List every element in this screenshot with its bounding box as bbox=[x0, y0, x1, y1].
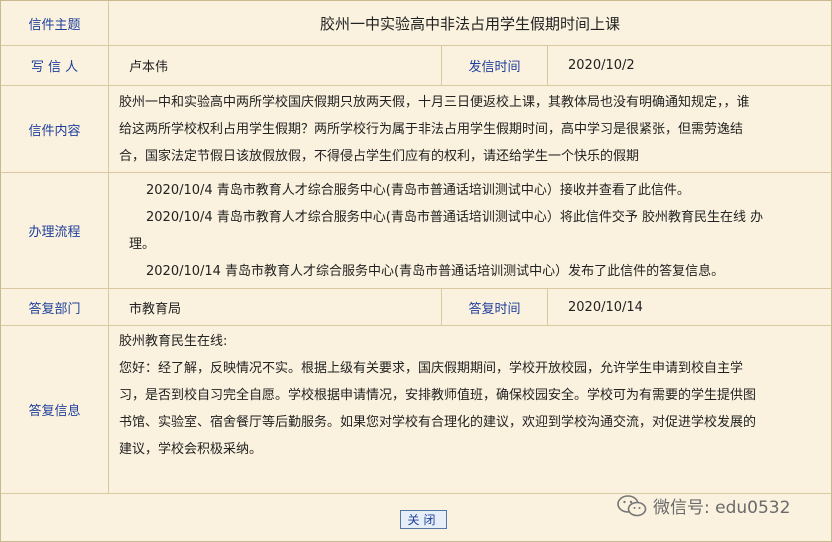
reply-line: 您好：经了解，反映情况不实。根据上级有关要求，国庆假期期间，学校开放校园，允许学… bbox=[119, 361, 744, 376]
reply-dept-label: 答复部门 bbox=[1, 289, 109, 325]
subject-row: 信件主题 胶州一中实验高中非法占用学生假期时间上课 bbox=[1, 1, 831, 46]
letter-detail-table: 信件主题 胶州一中实验高中非法占用学生假期时间上课 写 信 人 卢本伟 发信时间… bbox=[0, 0, 832, 542]
content-line: 给这两所学校权利占用学生假期？两所学校行为属于非法占用学生假期时间，高中学习是很… bbox=[119, 122, 744, 137]
reply-time-value: 2020/10/14 bbox=[568, 299, 643, 315]
content-text: 胶州一中和实验高中两所学校国庆假期只放两天假，十月三日便返校上课，其教体局也没有… bbox=[119, 89, 817, 170]
content-line: 合，国家法定节假日该放假放假，不得侵占学生们应有的权利，请还给学生一个快乐的假期 bbox=[119, 149, 640, 164]
reply-label: 答复信息 bbox=[1, 326, 109, 493]
writer-row: 写 信 人 卢本伟 发信时间 2020/10/2 bbox=[1, 46, 831, 86]
send-time-value: 2020/10/2 bbox=[568, 58, 635, 73]
subject-value: 胶州一中实验高中非法占用学生假期时间上课 bbox=[319, 14, 620, 33]
writer-label: 写 信 人 bbox=[1, 46, 109, 85]
process-row: 办理流程 2020/10/4 青岛市教育人才综合服务中心(青岛市普通话培训测试中… bbox=[1, 173, 831, 289]
writer-value: 卢本伟 bbox=[129, 60, 169, 75]
reply-dept-row: 答复部门 市教育局 答复时间 2020/10/14 bbox=[1, 289, 831, 326]
watermark-text: 微信号: edu0532 bbox=[653, 498, 791, 518]
content-row: 信件内容 胶州一中和实验高中两所学校国庆假期只放两天假，十月三日便返校上课，其教… bbox=[1, 86, 831, 173]
subject-label: 信件主题 bbox=[1, 1, 109, 45]
process-text: 2020/10/4 青岛市教育人才综合服务中心(青岛市普通话培训测试中心）接收并… bbox=[119, 177, 817, 285]
process-step: 2020/10/4 青岛市教育人才综合服务中心(青岛市普通话培训测试中心）将此信… bbox=[146, 210, 764, 225]
content-line: 胶州一中和实验高中两所学校国庆假期只放两天假，十月三日便返校上课，其教体局也没有… bbox=[119, 95, 750, 110]
reply-text: 胶州教育民生在线: 您好：经了解，反映情况不实。根据上级有关要求，国庆假期期间，… bbox=[119, 328, 817, 463]
reply-line: 建议，学校会积极采纳。 bbox=[119, 442, 263, 457]
close-button[interactable]: 关闭 bbox=[400, 510, 447, 529]
send-time-label: 发信时间 bbox=[441, 46, 548, 85]
reply-time-label: 答复时间 bbox=[441, 289, 548, 325]
reply-dept-value: 市教育局 bbox=[129, 301, 182, 317]
process-label: 办理流程 bbox=[1, 173, 109, 288]
reply-line: 胶州教育民生在线: bbox=[119, 334, 228, 349]
content-label: 信件内容 bbox=[1, 86, 109, 172]
reply-row: 答复信息 胶州教育民生在线: 您好：经了解，反映情况不实。根据上级有关要求，国庆… bbox=[1, 326, 831, 494]
reply-line: 书馆、实验室、宿舍餐厅等后勤服务。如果您对学校有合理化的建议，欢迎到学校沟通交流… bbox=[119, 415, 757, 430]
process-step: 2020/10/14 青岛市教育人才综合服务中心(青岛市普通话培训测试中心）发布… bbox=[146, 264, 725, 279]
process-step: 2020/10/4 青岛市教育人才综合服务中心(青岛市普通话培训测试中心）接收并… bbox=[146, 183, 690, 198]
process-step-cont: 理。 bbox=[129, 237, 156, 252]
wechat-icon bbox=[617, 494, 647, 516]
reply-line: 习，是否到校自习完全自愿。学校根据申请情况，安排教师值班，确保校园安全。学校可为… bbox=[119, 388, 757, 403]
wechat-watermark: 微信号: edu0532 bbox=[617, 493, 790, 518]
